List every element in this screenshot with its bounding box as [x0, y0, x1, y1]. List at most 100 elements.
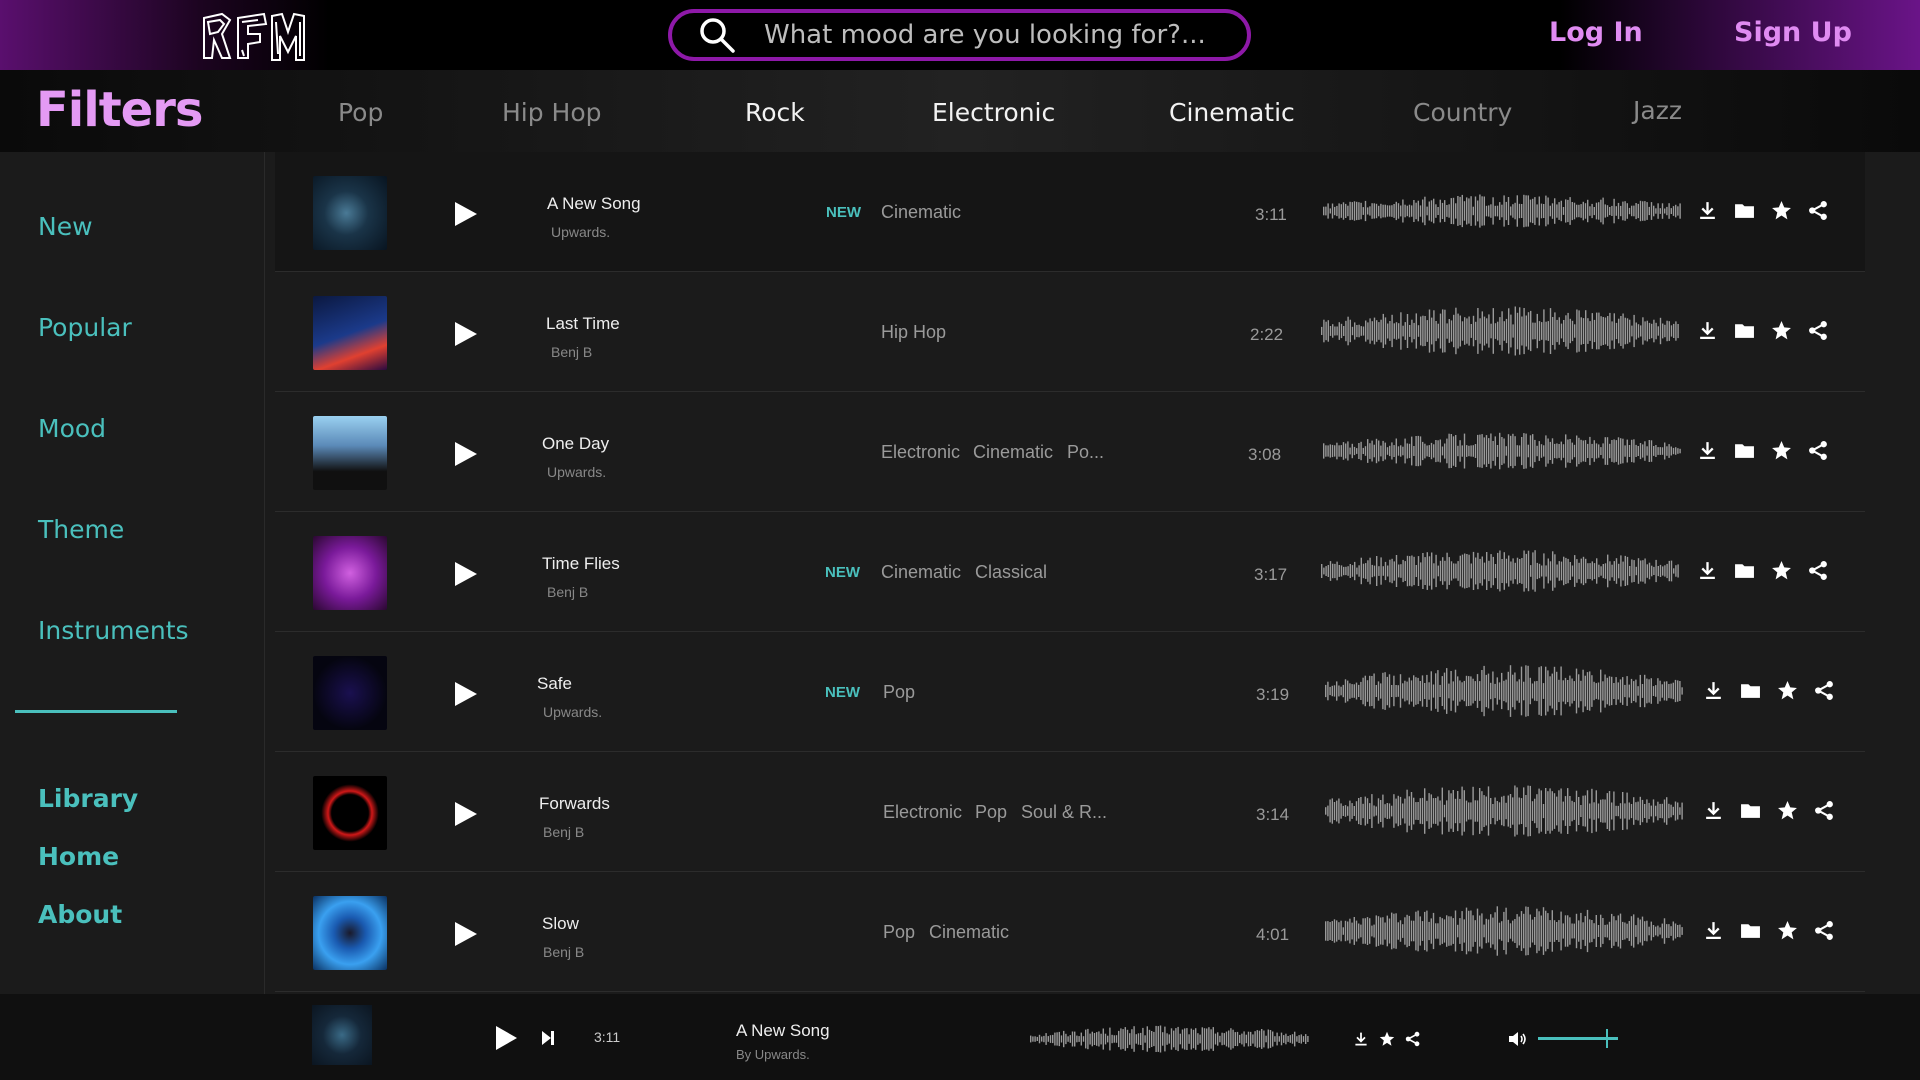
track-artist[interactable]: Upwards.	[547, 464, 606, 480]
track-row[interactable]: Safe Upwards. NEW Pop 3:19	[275, 632, 1865, 752]
genre-tag[interactable]: Electronic	[883, 802, 962, 823]
play-icon[interactable]	[453, 560, 479, 588]
genre-tag[interactable]: Pop	[883, 922, 915, 943]
search-bar[interactable]	[668, 9, 1251, 61]
player-star-icon[interactable]	[1379, 1031, 1395, 1047]
track-row[interactable]: Time Flies Benj B NEW Cinematic Classical 3:1…	[275, 512, 1865, 632]
play-icon[interactable]	[453, 440, 479, 468]
share-icon[interactable]	[1808, 200, 1829, 221]
genre-tag[interactable]: Classical	[975, 562, 1047, 583]
genre-tag[interactable]: Cinematic	[881, 202, 961, 223]
download-icon[interactable]	[1697, 440, 1718, 461]
track-title[interactable]: A New Song	[547, 194, 641, 214]
track-row[interactable]: One Day Upwards. Electronic Cinematic Po... 3…	[275, 392, 1865, 512]
folder-icon[interactable]	[1734, 560, 1755, 581]
sidebar-link-library[interactable]: Library	[38, 784, 138, 813]
genre-tab-electronic[interactable]: Electronic	[932, 98, 1055, 127]
track-row[interactable]: Last Time Benj B Hip Hop 2:22	[275, 272, 1865, 392]
track-row[interactable]: Slow Benj B Pop Cinematic 4:01	[275, 872, 1865, 992]
genre-tab-pop[interactable]: Pop	[338, 98, 383, 127]
player-next-icon[interactable]	[541, 1030, 555, 1046]
genre-tag[interactable]: Pop	[975, 802, 1007, 823]
star-icon[interactable]	[1777, 920, 1798, 941]
download-icon[interactable]	[1703, 680, 1724, 701]
track-waveform[interactable]	[1323, 180, 1683, 242]
track-waveform[interactable]	[1321, 540, 1681, 602]
play-icon[interactable]	[453, 680, 479, 708]
folder-icon[interactable]	[1740, 920, 1761, 941]
track-artist[interactable]: Upwards.	[551, 224, 610, 240]
sidebar-item-instruments[interactable]: Instruments	[38, 616, 189, 645]
star-icon[interactable]	[1771, 200, 1792, 221]
volume-slider[interactable]	[1538, 1029, 1618, 1048]
genre-tag[interactable]: Cinematic	[881, 562, 961, 583]
genre-tag[interactable]: Cinematic	[929, 922, 1009, 943]
track-title[interactable]: Safe	[537, 674, 572, 694]
track-waveform[interactable]	[1325, 900, 1685, 962]
genre-tab-cinematic[interactable]: Cinematic	[1169, 98, 1295, 127]
star-icon[interactable]	[1777, 800, 1798, 821]
track-title[interactable]: One Day	[542, 434, 609, 454]
track-row[interactable]: Forwards Benj B Electronic Pop Soul & R... 3:…	[275, 752, 1865, 872]
folder-icon[interactable]	[1740, 680, 1761, 701]
volume-icon[interactable]	[1508, 1030, 1528, 1048]
volume-slider-knob[interactable]	[1606, 1029, 1608, 1048]
star-icon[interactable]	[1771, 440, 1792, 461]
track-title[interactable]: Time Flies	[542, 554, 620, 574]
share-icon[interactable]	[1808, 320, 1829, 341]
track-waveform[interactable]	[1321, 300, 1681, 362]
folder-icon[interactable]	[1734, 200, 1755, 221]
play-icon[interactable]	[453, 920, 479, 948]
track-artist[interactable]: Benj B	[551, 344, 592, 360]
sidebar-item-popular[interactable]: Popular	[38, 313, 132, 342]
play-icon[interactable]	[453, 200, 479, 228]
genre-tab-hip-hop[interactable]: Hip Hop	[502, 98, 602, 127]
genre-tab-rock[interactable]: Rock	[745, 98, 805, 127]
genre-tab-country[interactable]: Country	[1413, 98, 1512, 127]
download-icon[interactable]	[1697, 560, 1718, 581]
genre-tab-jazz[interactable]: Jazz	[1633, 96, 1682, 125]
track-waveform[interactable]	[1325, 780, 1685, 842]
genre-tag[interactable]: Pop	[883, 682, 915, 703]
player-waveform[interactable]	[1030, 1022, 1310, 1056]
download-icon[interactable]	[1703, 920, 1724, 941]
star-icon[interactable]	[1771, 560, 1792, 581]
track-waveform[interactable]	[1323, 420, 1683, 482]
genre-tag[interactable]: Electronic	[881, 442, 960, 463]
track-title[interactable]: Slow	[542, 914, 579, 934]
share-icon[interactable]	[1814, 800, 1835, 821]
play-icon[interactable]	[453, 320, 479, 348]
genre-tag[interactable]: Hip Hop	[881, 322, 946, 343]
star-icon[interactable]	[1771, 320, 1792, 341]
search-icon[interactable]	[698, 16, 736, 54]
track-title[interactable]: Last Time	[546, 314, 620, 334]
sidebar-link-home[interactable]: Home	[38, 842, 119, 871]
folder-icon[interactable]	[1734, 320, 1755, 341]
folder-icon[interactable]	[1734, 440, 1755, 461]
rfm-logo[interactable]	[200, 10, 306, 64]
share-icon[interactable]	[1808, 560, 1829, 581]
download-icon[interactable]	[1697, 200, 1718, 221]
track-artist[interactable]: Benj B	[543, 944, 584, 960]
genre-tag[interactable]: Soul & R...	[1021, 802, 1107, 823]
sidebar-item-theme[interactable]: Theme	[38, 515, 124, 544]
download-icon[interactable]	[1703, 800, 1724, 821]
share-icon[interactable]	[1808, 440, 1829, 461]
search-input[interactable]	[764, 20, 1247, 50]
download-icon[interactable]	[1697, 320, 1718, 341]
track-artist[interactable]: Benj B	[543, 824, 584, 840]
track-artist[interactable]: Upwards.	[543, 704, 602, 720]
track-title[interactable]: Forwards	[539, 794, 610, 814]
star-icon[interactable]	[1777, 680, 1798, 701]
signup-link[interactable]: Sign Up	[1734, 17, 1852, 48]
login-link[interactable]: Log In	[1549, 17, 1643, 48]
share-icon[interactable]	[1814, 920, 1835, 941]
player-play-icon[interactable]	[494, 1025, 518, 1051]
share-icon[interactable]	[1814, 680, 1835, 701]
track-row[interactable]: A New Song Upwards. NEW Cinematic 3:11	[275, 152, 1865, 272]
play-icon[interactable]	[453, 800, 479, 828]
genre-tag[interactable]: Cinematic	[973, 442, 1053, 463]
sidebar-link-about[interactable]: About	[38, 900, 122, 929]
track-waveform[interactable]	[1325, 660, 1685, 722]
genre-tag[interactable]: Po...	[1067, 442, 1104, 463]
